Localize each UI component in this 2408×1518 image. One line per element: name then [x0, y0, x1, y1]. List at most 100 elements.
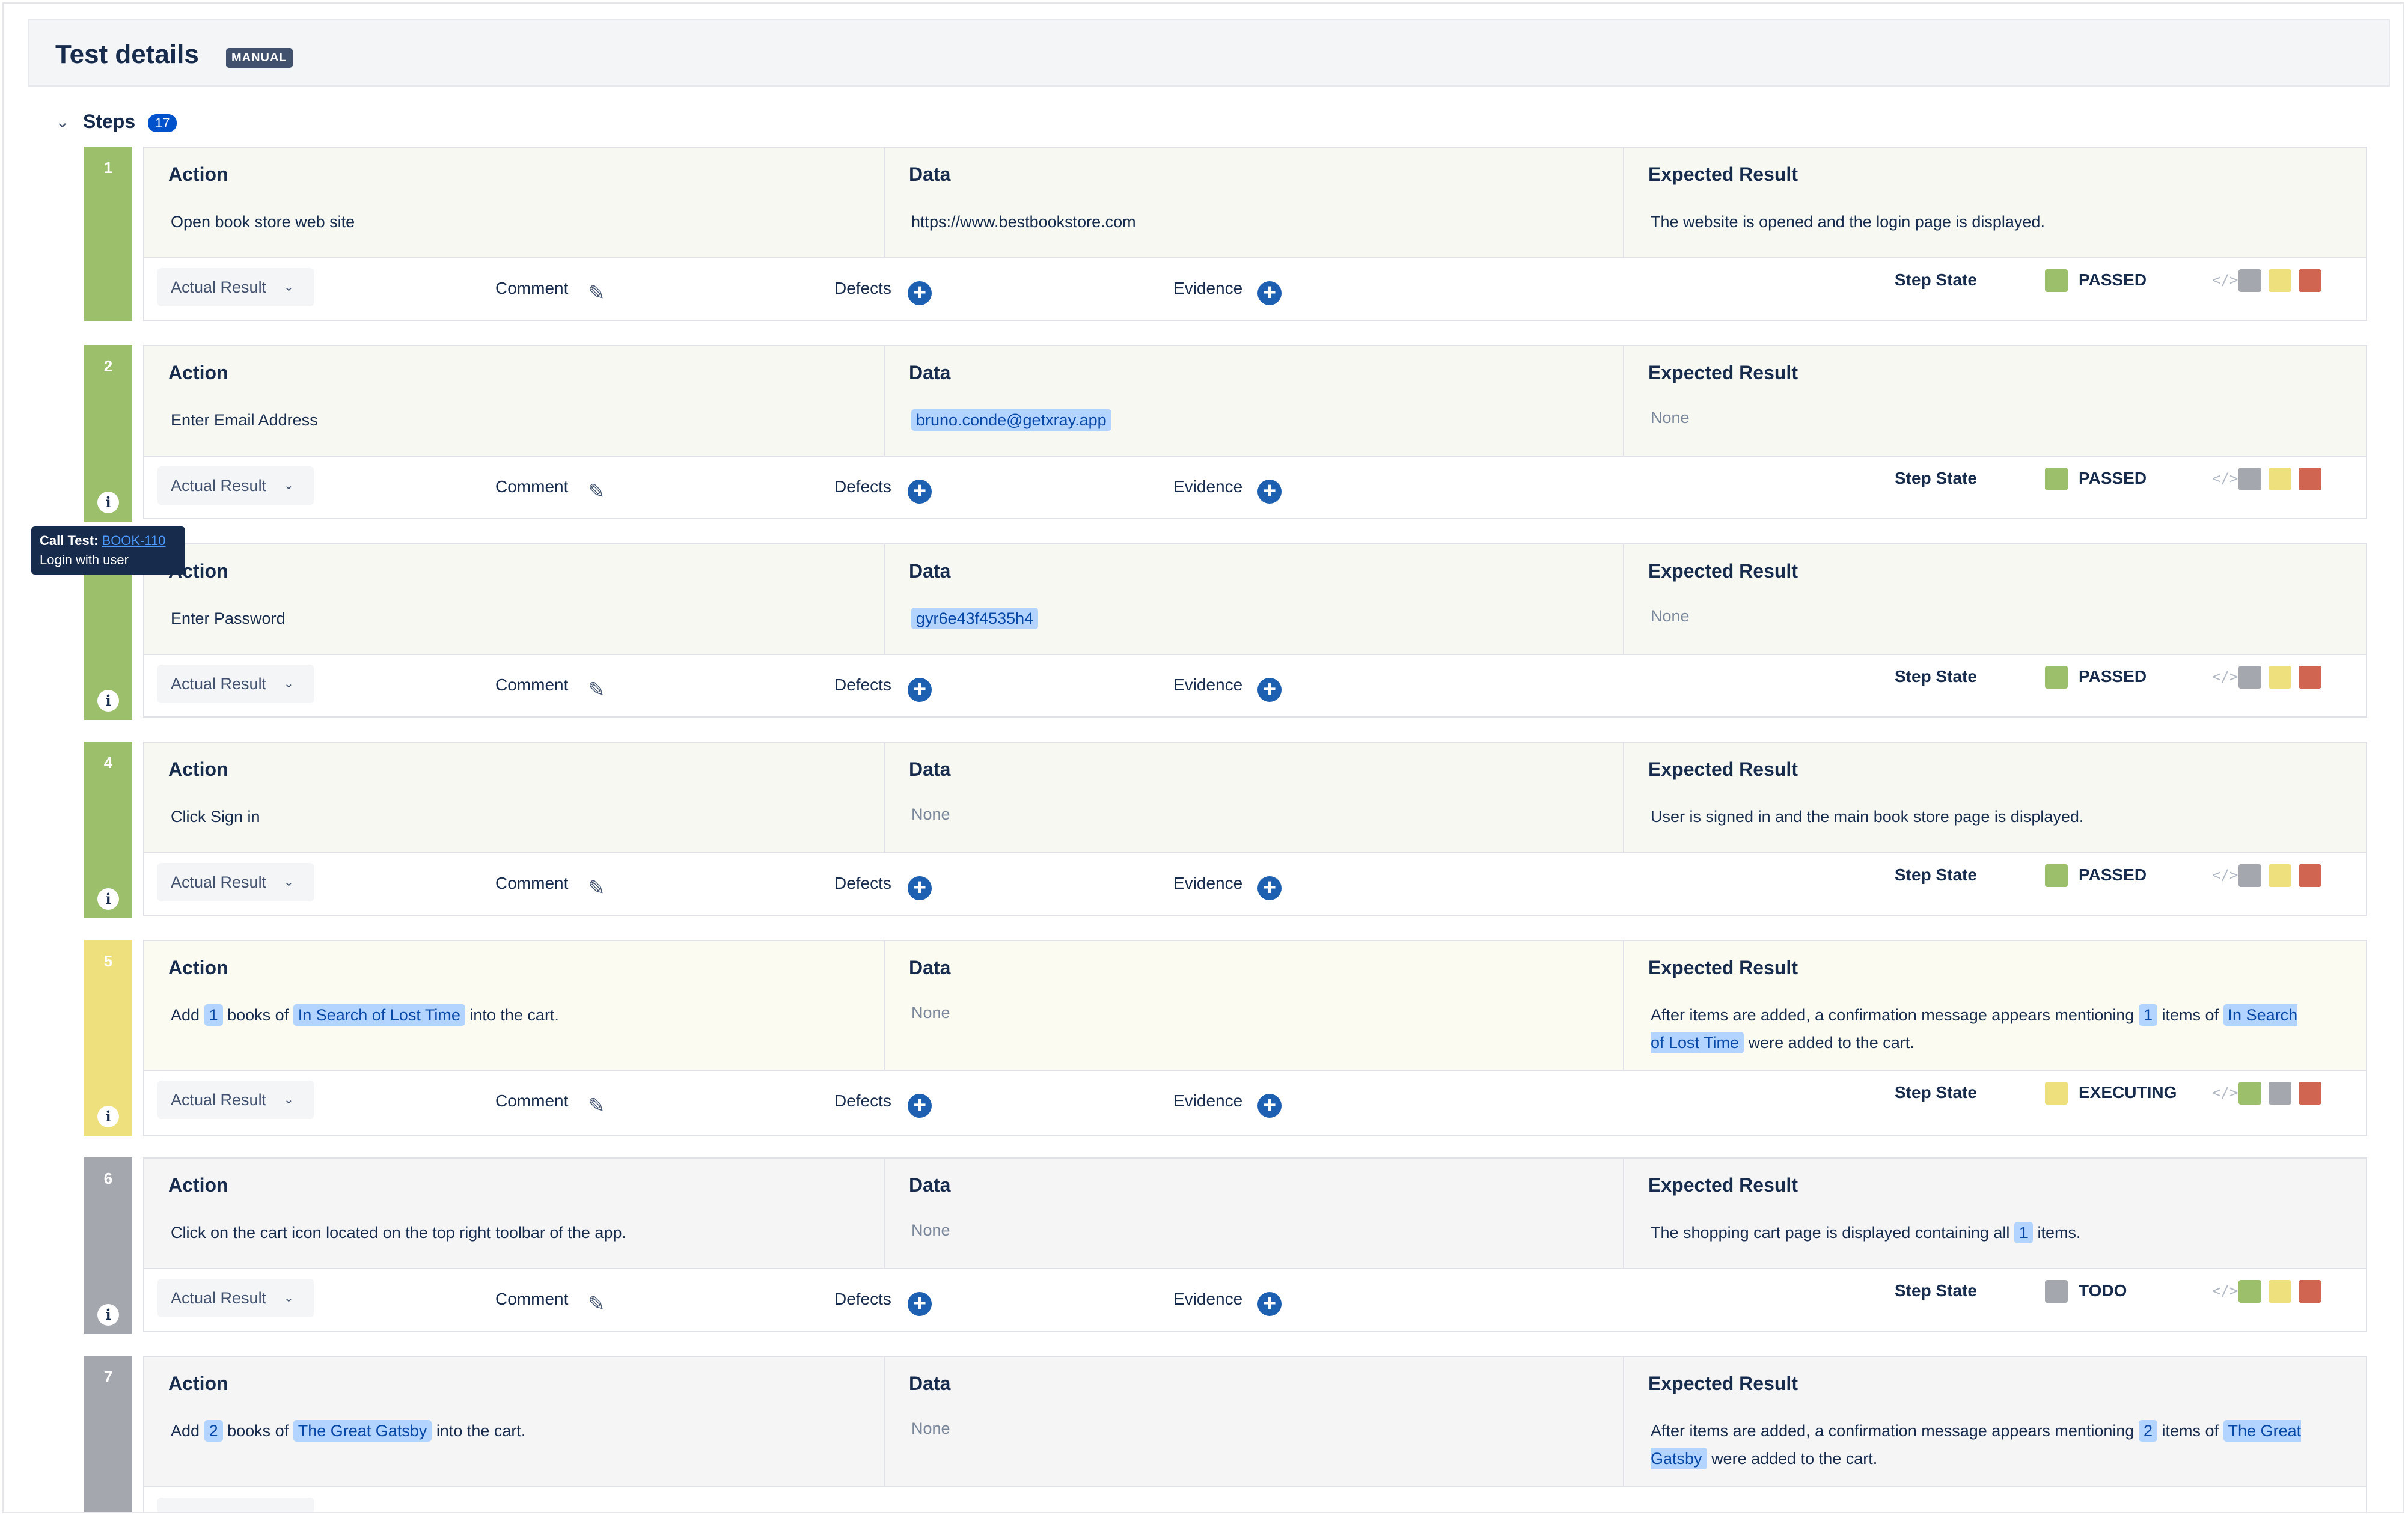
test-step-1: 1 Action Open book store web site Data h…	[84, 147, 2367, 321]
step-state-value: EXECUTING	[2079, 1083, 2177, 1102]
add-defect-plus-icon[interactable]: +	[908, 678, 932, 702]
quantity-parameter-tag: 2	[2138, 1420, 2157, 1442]
step-number-bar: 4 i	[84, 742, 132, 918]
add-evidence-plus-icon[interactable]: +	[1257, 1094, 1282, 1118]
actual-result-toggle[interactable]: Actual Result ⌄	[157, 863, 314, 901]
pencil-icon[interactable]: ✎	[588, 1292, 612, 1316]
evidence-label: Evidence	[1173, 279, 1243, 297]
action-text: Click Sign in	[171, 808, 260, 826]
current-state-swatch	[2045, 468, 2068, 490]
info-icon[interactable]: i	[97, 690, 119, 712]
chevron-double-down-icon: ⌄	[284, 281, 294, 294]
set-todo-button[interactable]	[2238, 468, 2261, 490]
set-failed-button[interactable]	[2299, 666, 2321, 689]
set-executing-button[interactable]	[2269, 269, 2291, 292]
chevron-double-down-icon: ⌄	[284, 1093, 294, 1106]
data-text: None	[911, 1221, 950, 1239]
expected-result-text: After items are added, a confirmation me…	[1651, 1417, 2312, 1472]
add-defect-plus-icon[interactable]: +	[908, 1094, 932, 1118]
pencil-icon[interactable]: ✎	[588, 876, 612, 900]
test-step-5: 5 i Action Add 1 books of In Search of L…	[84, 940, 2367, 1136]
call-test-tooltip: Call Test: BOOK-110 Login with user	[31, 526, 185, 575]
set-executing-button[interactable]	[2269, 864, 2291, 887]
test-step-4: 4 i Action Click Sign in Data None Expec…	[84, 742, 2367, 918]
pencil-icon[interactable]: ✎	[588, 480, 612, 504]
info-icon[interactable]: i	[97, 1304, 119, 1326]
data-parameter-tag: bruno.conde@getxray.app	[911, 409, 1111, 431]
code-icon[interactable]: </>	[2212, 867, 2238, 883]
data-text: None	[911, 1419, 950, 1437]
evidence-label: Evidence	[1173, 1091, 1243, 1110]
defects-label: Defects	[834, 1091, 891, 1110]
actual-result-toggle[interactable]: Actual Result ⌄	[157, 466, 314, 505]
chevron-down-icon[interactable]: ⌄	[55, 112, 69, 132]
add-defect-plus-icon[interactable]: +	[908, 480, 932, 504]
add-evidence-plus-icon[interactable]: +	[1257, 876, 1282, 900]
actual-result-toggle[interactable]: Actual Result ⌄	[157, 665, 314, 703]
info-icon[interactable]: i	[97, 1106, 119, 1127]
actual-result-toggle[interactable]	[157, 1498, 314, 1512]
set-failed-button[interactable]	[2299, 1082, 2321, 1105]
add-evidence-plus-icon[interactable]: +	[1257, 480, 1282, 504]
set-executing-button[interactable]	[2269, 468, 2291, 490]
chevron-double-down-icon: ⌄	[284, 677, 294, 690]
evidence-label: Evidence	[1173, 874, 1243, 892]
step-state-value: PASSED	[2079, 469, 2147, 487]
tooltip-text: Login with user	[40, 552, 129, 567]
add-evidence-plus-icon[interactable]: +	[1257, 678, 1282, 702]
evidence-label: Evidence	[1173, 1290, 1243, 1308]
add-evidence-plus-icon[interactable]: +	[1257, 1292, 1282, 1316]
set-executing-button[interactable]	[2269, 666, 2291, 689]
data-header: Data	[909, 758, 951, 780]
actual-result-toggle[interactable]: Actual Result ⌄	[157, 268, 314, 306]
set-todo-button[interactable]	[2269, 1082, 2291, 1105]
info-icon[interactable]: i	[97, 888, 119, 910]
step-number: 1	[103, 159, 113, 177]
data-parameter-tag: gyr6e43f4535h4	[911, 608, 1039, 629]
expected-result-text: The shopping cart page is displayed cont…	[1651, 1219, 2312, 1246]
set-passed-button[interactable]	[2238, 1082, 2261, 1105]
expected-result-header: Expected Result	[1648, 957, 1798, 978]
expected-result-header: Expected Result	[1648, 1373, 1798, 1394]
step-number-bar: 1	[84, 147, 132, 321]
action-header: Action	[168, 362, 228, 383]
step-state-label: Step State	[1895, 1083, 1977, 1102]
add-defect-plus-icon[interactable]: +	[908, 281, 932, 305]
add-defect-plus-icon[interactable]: +	[908, 876, 932, 900]
action-header: Action	[168, 163, 228, 185]
expected-result-text: After items are added, a confirmation me…	[1651, 1001, 2312, 1056]
code-icon[interactable]: </>	[2212, 272, 2238, 288]
actual-result-label: Actual Result	[171, 1091, 267, 1109]
set-failed-button[interactable]	[2299, 269, 2321, 292]
set-passed-button[interactable]	[2238, 1280, 2261, 1303]
set-failed-button[interactable]	[2299, 1280, 2321, 1303]
step-state-value: TODO	[2079, 1281, 2127, 1300]
action-header: Action	[168, 1174, 228, 1196]
actual-result-toggle[interactable]: Actual Result ⌄	[157, 1081, 314, 1119]
pencil-icon[interactable]: ✎	[588, 281, 612, 305]
set-failed-button[interactable]	[2299, 468, 2321, 490]
set-todo-button[interactable]	[2238, 864, 2261, 887]
code-icon[interactable]: </>	[2212, 1282, 2238, 1299]
set-failed-button[interactable]	[2299, 864, 2321, 887]
expected-result-text: None	[1651, 409, 1690, 427]
code-icon[interactable]: </>	[2212, 470, 2238, 487]
add-defect-plus-icon[interactable]: +	[908, 1292, 932, 1316]
called-test-link[interactable]: BOOK-110	[102, 533, 166, 548]
set-todo-button[interactable]	[2238, 666, 2261, 689]
test-details-header: Test details MANUAL	[28, 19, 2390, 87]
add-evidence-plus-icon[interactable]: +	[1257, 281, 1282, 305]
code-icon[interactable]: </>	[2212, 668, 2238, 685]
pencil-icon[interactable]: ✎	[588, 678, 612, 702]
chevron-double-down-icon: ⌄	[284, 479, 294, 492]
test-type-badge: MANUAL	[226, 48, 293, 68]
expected-result-header: Expected Result	[1648, 560, 1798, 582]
data-header: Data	[909, 1373, 951, 1394]
actual-result-toggle[interactable]: Actual Result ⌄	[157, 1279, 314, 1317]
pencil-icon[interactable]: ✎	[588, 1094, 612, 1118]
code-icon[interactable]: </>	[2212, 1084, 2238, 1101]
set-todo-button[interactable]	[2238, 269, 2261, 292]
info-icon[interactable]: i	[97, 492, 119, 513]
test-step-7: 7 Action Add 2 books of The Great Gatsby…	[84, 1356, 2367, 1512]
set-executing-button[interactable]	[2269, 1280, 2291, 1303]
